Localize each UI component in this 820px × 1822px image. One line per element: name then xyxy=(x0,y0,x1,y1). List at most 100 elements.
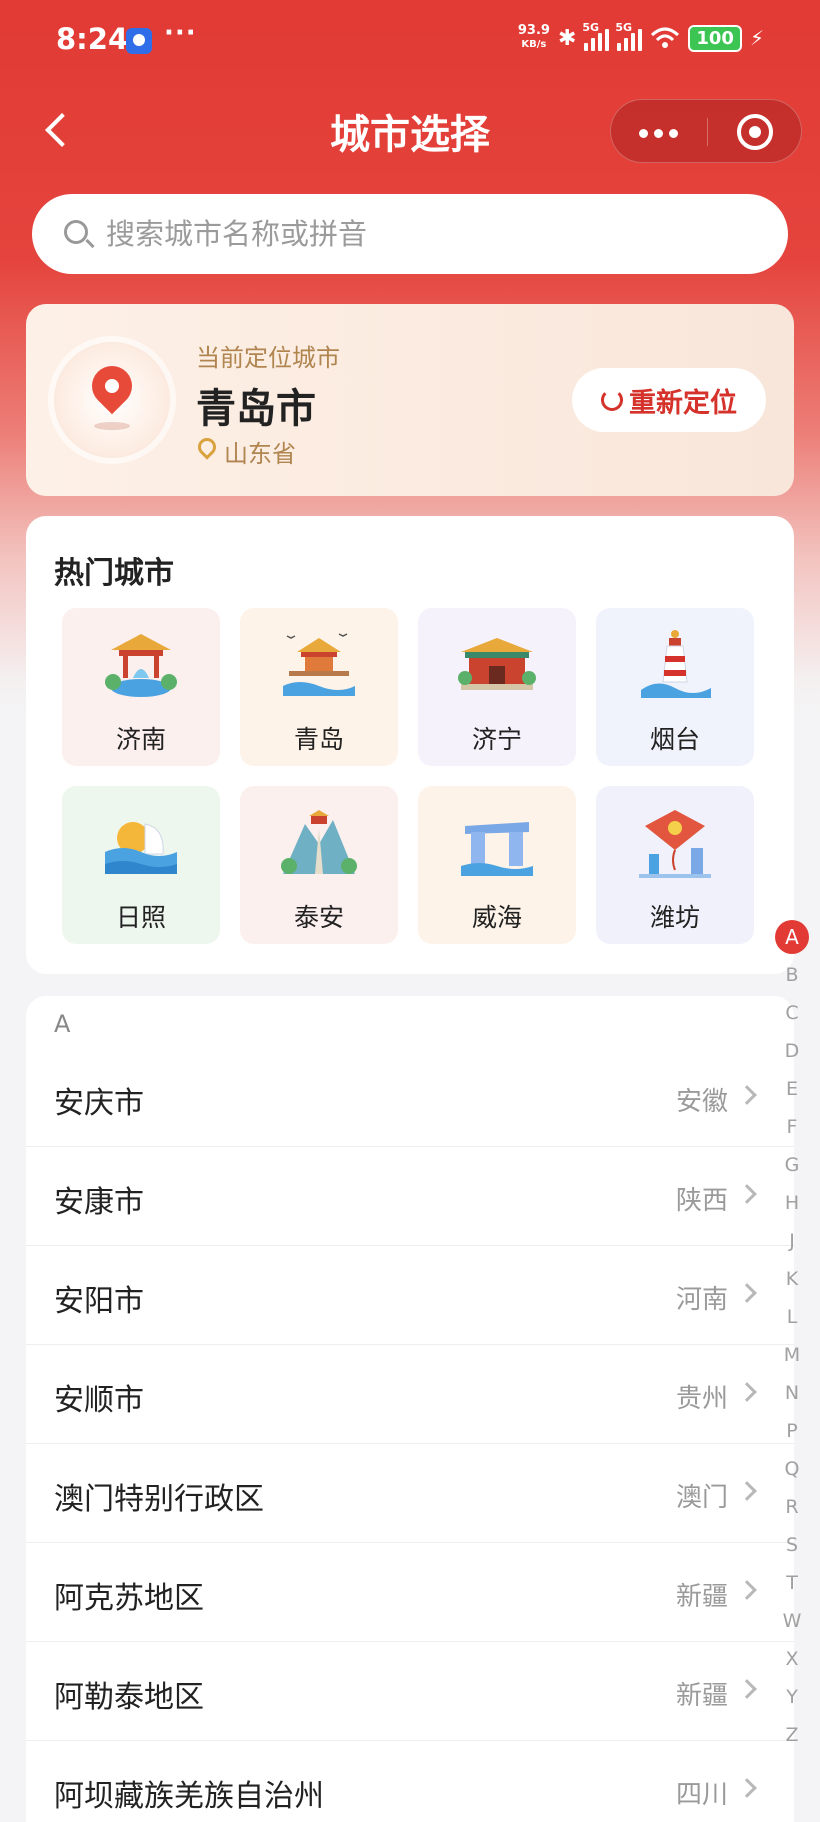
hot-cities-card: 热门城市 济南 青岛 济宁 烟台 日照 泰安 威海 潍坊 xyxy=(26,516,794,974)
hot-city-name: 潍坊 xyxy=(649,903,700,932)
pier-pavilion-icon xyxy=(283,633,355,696)
province-name: 贵州 xyxy=(675,1384,728,1414)
close-target-icon[interactable] xyxy=(737,114,773,150)
city-name: 澳门特别行政区 xyxy=(54,1482,264,1517)
hot-city-jining[interactable]: 济宁 xyxy=(418,608,576,766)
location-badge xyxy=(54,342,170,458)
index-letter-l[interactable]: L xyxy=(774,1298,810,1336)
battery-indicator: 100 xyxy=(688,24,742,52)
province-name: 澳门 xyxy=(675,1483,728,1513)
hot-city-name: 青岛 xyxy=(293,725,344,754)
app-notification-icon xyxy=(126,28,152,54)
city-name: 阿坝藏族羌族自治州 xyxy=(54,1779,324,1814)
refresh-icon xyxy=(601,389,623,411)
kite-icon xyxy=(639,810,711,878)
city-row[interactable]: 安顺市 贵州 xyxy=(26,1345,794,1444)
province-name: 新疆 xyxy=(675,1681,728,1711)
city-row[interactable]: 阿坝藏族羌族自治州 四川 xyxy=(26,1741,794,1822)
chevron-right-icon xyxy=(737,1580,757,1600)
more-dots-icon[interactable] xyxy=(611,100,707,164)
status-time: 8:24 xyxy=(56,22,129,56)
hot-city-weihai[interactable]: 威海 xyxy=(418,786,576,944)
index-letter-c[interactable]: C xyxy=(774,994,810,1032)
index-letter-f[interactable]: F xyxy=(774,1108,810,1146)
hot-city-yantai[interactable]: 烟台 xyxy=(596,608,754,766)
city-row[interactable]: 安庆市 安徽 xyxy=(26,1048,794,1147)
title-bar: 城市选择 xyxy=(0,90,820,170)
province-name: 新疆 xyxy=(675,1582,728,1612)
relocate-button[interactable]: 重新定位 xyxy=(572,368,766,432)
index-letter-r[interactable]: R xyxy=(774,1488,810,1526)
index-letter-m[interactable]: M xyxy=(774,1336,810,1374)
map-pin-icon xyxy=(83,357,141,415)
location-city: 青岛市 xyxy=(196,386,316,432)
relocate-label: 重新定位 xyxy=(629,387,737,419)
city-row[interactable]: 安康市 陕西 xyxy=(26,1147,794,1246)
more-notifications-indicator: ··· xyxy=(164,18,197,48)
index-letter-p[interactable]: P xyxy=(774,1412,810,1450)
hot-city-taian[interactable]: 泰安 xyxy=(240,786,398,944)
gate-arch-icon xyxy=(461,822,533,876)
hot-city-name: 日照 xyxy=(115,903,166,932)
chevron-right-icon xyxy=(737,1085,757,1105)
index-letter-q[interactable]: Q xyxy=(774,1450,810,1488)
hot-city-rizhao[interactable]: 日照 xyxy=(62,786,220,944)
chevron-right-icon xyxy=(737,1481,757,1501)
hot-cities-title: 热门城市 xyxy=(54,556,174,591)
city-row[interactable]: 澳门特别行政区 澳门 xyxy=(26,1444,794,1543)
chevron-right-icon xyxy=(737,1778,757,1798)
index-letter-x[interactable]: X xyxy=(774,1640,810,1678)
hot-city-name: 泰安 xyxy=(293,903,344,932)
miniprogram-capsule xyxy=(610,99,802,163)
index-letter-h[interactable]: H xyxy=(774,1184,810,1222)
charging-icon: ⚡ xyxy=(749,26,764,50)
index-letter-w[interactable]: W xyxy=(774,1602,810,1640)
city-row[interactable]: 安阳市 河南 xyxy=(26,1246,794,1345)
search-icon xyxy=(64,220,88,244)
city-list: A 安庆市 安徽 安康市 陕西 安阳市 河南 安顺市 贵州 澳门特别行政区 澳门… xyxy=(26,996,794,1822)
hot-city-name: 烟台 xyxy=(649,725,700,754)
mountain-temple-icon xyxy=(281,810,357,874)
province-name: 四川 xyxy=(675,1780,728,1810)
index-letter-s[interactable]: S xyxy=(774,1526,810,1564)
city-row[interactable]: 阿勒泰地区 新疆 xyxy=(26,1642,794,1741)
index-letter-j[interactable]: J xyxy=(774,1222,810,1260)
hot-city-qingdao[interactable]: 青岛 xyxy=(240,608,398,766)
chevron-right-icon xyxy=(737,1382,757,1402)
index-letter-g[interactable]: G xyxy=(774,1146,810,1184)
index-letter-z[interactable]: Z xyxy=(774,1716,810,1754)
city-name: 安顺市 xyxy=(54,1383,144,1418)
city-name: 安阳市 xyxy=(54,1284,144,1319)
search-input[interactable] xyxy=(106,194,746,274)
chevron-right-icon xyxy=(737,1184,757,1204)
sunrise-sea-icon xyxy=(105,822,177,874)
index-letter-t[interactable]: T xyxy=(774,1564,810,1602)
index-letter-b[interactable]: B xyxy=(774,956,810,994)
province-pin-icon xyxy=(194,434,220,460)
province-name: 陕西 xyxy=(675,1186,728,1216)
hot-city-name: 威海 xyxy=(471,903,522,932)
index-letter-k[interactable]: K xyxy=(774,1260,810,1298)
index-letter-e[interactable]: E xyxy=(774,1070,810,1108)
network-speed: 93.9 KB/s xyxy=(517,23,550,51)
section-header: A xyxy=(54,1010,71,1038)
location-province: 山东省 xyxy=(224,440,296,468)
pavilion-fountain-icon xyxy=(105,634,177,697)
status-icons: 93.9 KB/s ✱ 5G 5G 100 ⚡ xyxy=(517,21,764,52)
index-letter-a[interactable]: A xyxy=(774,918,810,956)
hot-city-jinan[interactable]: 济南 xyxy=(62,608,220,766)
province-name: 河南 xyxy=(675,1285,728,1315)
city-row[interactable]: 阿克苏地区 新疆 xyxy=(26,1543,794,1642)
index-letter-y[interactable]: Y xyxy=(774,1678,810,1716)
search-bar[interactable] xyxy=(32,194,788,274)
temple-gate-icon xyxy=(458,638,536,690)
status-bar: 8:24 ··· 93.9 KB/s ✱ 5G 5G 100 ⚡ xyxy=(0,0,820,84)
alphabet-index: A B C D E F G H J K L M N P Q R S T W X … xyxy=(774,918,810,1754)
index-letter-d[interactable]: D xyxy=(774,1032,810,1070)
province-name: 安徽 xyxy=(675,1087,728,1117)
lighthouse-icon xyxy=(641,630,711,698)
index-letter-n[interactable]: N xyxy=(774,1374,810,1412)
hot-city-name: 济南 xyxy=(115,725,166,754)
hot-city-weifang[interactable]: 潍坊 xyxy=(596,786,754,944)
wifi-icon xyxy=(651,27,680,48)
